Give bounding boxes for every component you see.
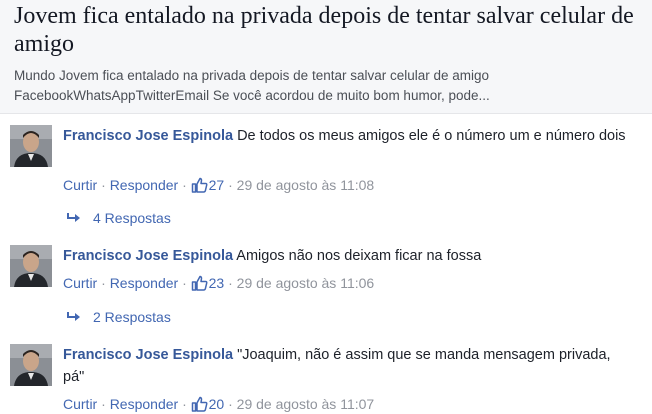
like-count[interactable]: 27 (191, 177, 225, 193)
like-count[interactable]: 23 (191, 275, 225, 291)
like-count-value: 23 (208, 275, 225, 291)
avatar[interactable] (10, 245, 52, 287)
separator: · (101, 396, 106, 412)
reply-arrow-icon (67, 213, 80, 222)
thumbs-up-icon (191, 177, 208, 193)
comment-actions: Curtir · Responder · 27 · 29 de agosto à… (63, 175, 374, 195)
link-preview-card[interactable]: Jovem fica entalado na privada depois de… (0, 0, 652, 113)
separator: · (182, 275, 187, 291)
separator: · (182, 396, 187, 412)
view-replies-link[interactable]: 2 Respostas (66, 307, 171, 327)
link-preview-desc-line-2: FacebookWhatsAppTwitterEmail Se você aco… (14, 88, 490, 103)
comment-text: Francisco Jose Espinola "Joaquim, não é … (63, 344, 633, 388)
separator: · (228, 177, 233, 193)
like-count[interactable]: 20 (191, 396, 225, 412)
separator: · (101, 177, 106, 193)
reply-arrow-icon (67, 312, 80, 321)
avatar[interactable] (10, 344, 52, 386)
separator: · (228, 275, 233, 291)
view-replies-link[interactable]: 4 Respostas (66, 208, 171, 228)
reply-button[interactable]: Responder (110, 177, 179, 193)
separator: · (182, 177, 187, 193)
comment-actions: Curtir · Responder · 20 · 29 de agosto à… (63, 394, 374, 414)
comment-author[interactable]: Francisco Jose Espinola (63, 248, 233, 264)
like-count-value: 20 (208, 396, 225, 412)
like-button[interactable]: Curtir (63, 275, 97, 291)
comment-author[interactable]: Francisco Jose Espinola (63, 128, 233, 144)
comment-actions: Curtir · Responder · 23 · 29 de agosto à… (63, 273, 374, 293)
comment-timestamp[interactable]: 29 de agosto às 11:08 (237, 177, 375, 193)
profile-photo-icon (10, 125, 52, 167)
replies-count: 2 Respostas (93, 309, 171, 325)
comment-timestamp[interactable]: 29 de agosto às 11:06 (237, 275, 375, 291)
comment-text: Francisco Jose Espinola Amigos não nos d… (63, 245, 633, 267)
link-preview-desc-line-1: Mundo Jovem fica entalado na privada dep… (14, 68, 490, 83)
comment-body: Amigos não nos deixam ficar na fossa (236, 248, 482, 264)
replies-count: 4 Respostas (93, 210, 171, 226)
link-preview-description: Mundo Jovem fica entalado na privada dep… (14, 66, 644, 106)
thumbs-up-icon (191, 396, 208, 412)
card-divider (0, 113, 652, 114)
comment-timestamp[interactable]: 29 de agosto às 11:07 (237, 396, 375, 412)
comment-body: De todos os meus amigos ele é o número u… (237, 128, 626, 144)
like-button[interactable]: Curtir (63, 396, 97, 412)
like-count-value: 27 (208, 177, 225, 193)
profile-photo-icon (10, 245, 52, 287)
profile-photo-icon (10, 344, 52, 386)
reply-button[interactable]: Responder (110, 275, 179, 291)
thumbs-up-icon (191, 275, 208, 291)
separator: · (228, 396, 233, 412)
separator: · (101, 275, 106, 291)
comment-text: Francisco Jose Espinola De todos os meus… (63, 125, 633, 147)
avatar[interactable] (10, 125, 52, 167)
link-preview-title[interactable]: Jovem fica entalado na privada depois de… (14, 2, 644, 58)
reply-button[interactable]: Responder (110, 396, 179, 412)
like-button[interactable]: Curtir (63, 177, 97, 193)
comment-author[interactable]: Francisco Jose Espinola (63, 347, 233, 363)
